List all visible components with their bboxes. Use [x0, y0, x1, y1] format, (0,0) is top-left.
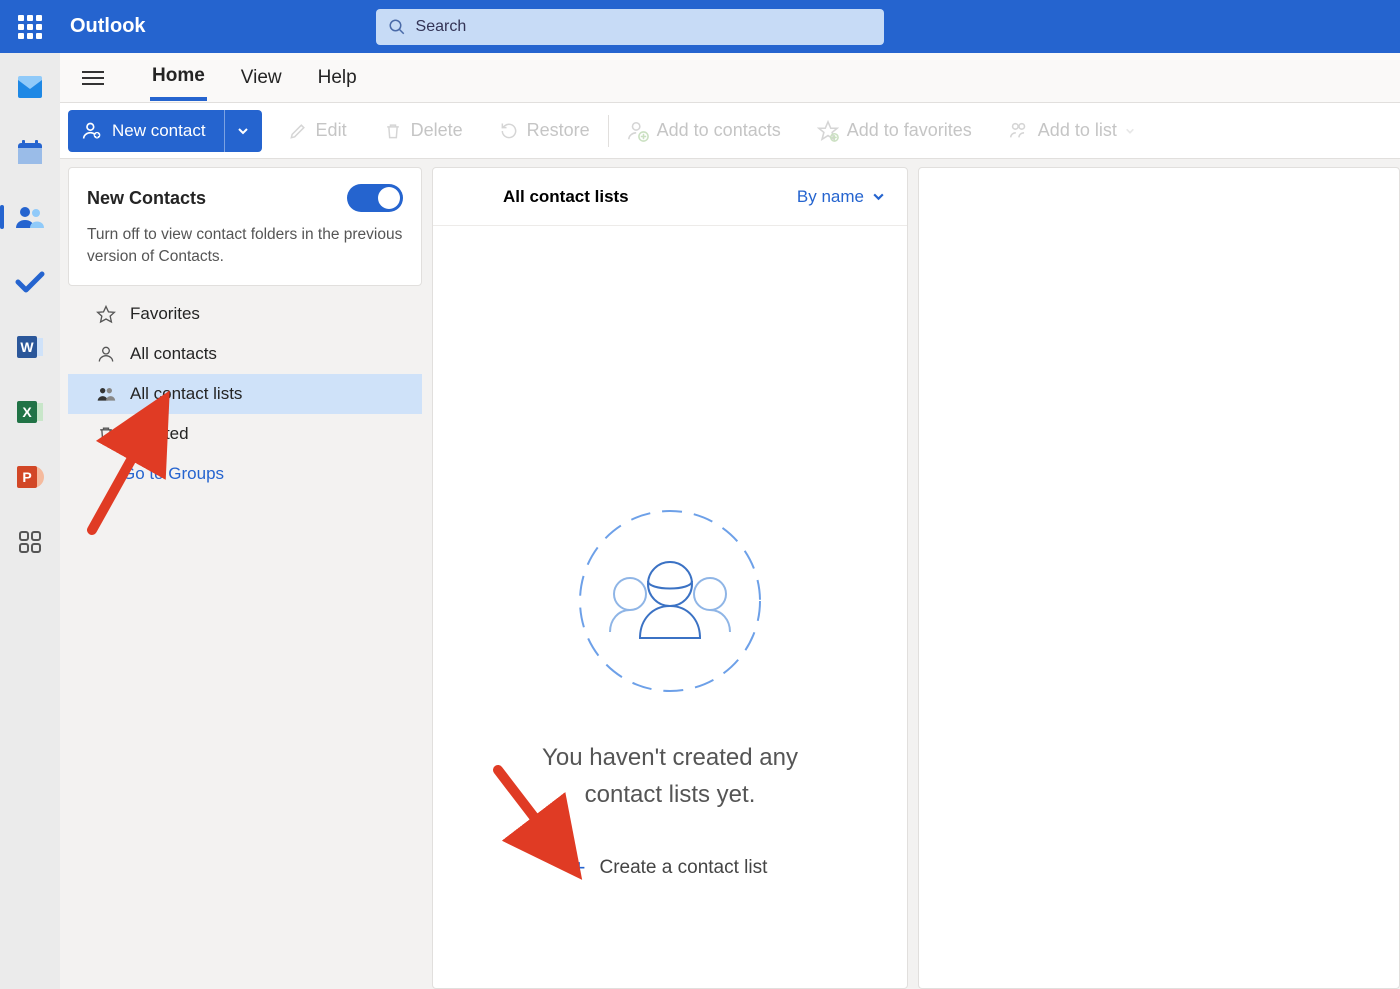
new-contacts-description: Turn off to view contact folders in the … [87, 224, 403, 269]
nav-all-contact-lists[interactable]: All contact lists [68, 374, 422, 414]
star-icon [96, 304, 116, 324]
people-list-icon [1008, 120, 1030, 142]
new-contacts-toggle[interactable] [347, 184, 403, 212]
add-to-list-label: Add to list [1038, 120, 1117, 141]
delete-label: Delete [411, 120, 463, 141]
search-placeholder: Search [416, 18, 467, 36]
go-to-groups-link[interactable]: Go to Groups [68, 454, 422, 494]
folder-nav: Favorites All contacts All contact lists… [68, 294, 422, 494]
app-title: Outlook [70, 15, 146, 38]
todo-app-button[interactable] [14, 266, 46, 298]
nav-favorites-label: Favorites [130, 304, 200, 324]
people-app-button[interactable] [14, 201, 46, 233]
new-contact-dropdown-button[interactable] [224, 110, 262, 152]
person-icon [96, 344, 116, 364]
plus-icon: + [573, 855, 586, 881]
hamburger-button[interactable] [82, 71, 104, 85]
star-plus-icon [817, 120, 839, 142]
tab-view[interactable]: View [239, 57, 284, 99]
word-icon: W [16, 333, 44, 361]
people-icon [96, 384, 116, 404]
chevron-down-icon [237, 125, 249, 137]
restore-label: Restore [527, 120, 590, 141]
edit-label: Edit [316, 120, 347, 141]
nav-deleted[interactable]: Deleted [68, 414, 422, 454]
add-to-contacts-button[interactable]: Add to contacts [609, 110, 799, 152]
nav-all-contact-lists-label: All contact lists [130, 384, 242, 404]
trash-icon [383, 121, 403, 141]
nav-all-contacts[interactable]: All contacts [68, 334, 422, 374]
more-apps-button[interactable] [14, 526, 46, 558]
app-rail: W X P [0, 53, 60, 989]
add-person-icon [82, 121, 102, 141]
nav-deleted-label: Deleted [130, 424, 189, 444]
restore-button[interactable]: Restore [481, 110, 608, 152]
add-contacts-icon [627, 120, 649, 142]
reading-pane [918, 167, 1400, 989]
ribbon-toolbar: New contact Edit Delete Restore [60, 103, 1400, 159]
excel-app-button[interactable]: X [14, 396, 46, 428]
restore-icon [499, 121, 519, 141]
add-to-list-button[interactable]: Add to list [990, 110, 1153, 152]
new-contacts-title: New Contacts [87, 188, 206, 209]
empty-state-text: You haven't created any contact lists ye… [542, 739, 798, 813]
tab-home[interactable]: Home [150, 55, 207, 101]
svg-text:W: W [20, 339, 34, 355]
chevron-down-icon [872, 190, 885, 203]
list-panel: All contact lists By name [432, 167, 908, 989]
powerpoint-icon: P [16, 463, 44, 491]
check-icon [15, 270, 45, 294]
svg-text:P: P [22, 469, 31, 485]
nav-all-contacts-label: All contacts [130, 344, 217, 364]
empty-illustration [575, 506, 765, 701]
tab-help[interactable]: Help [316, 57, 359, 99]
create-contact-list-button[interactable]: + Create a contact list [573, 855, 768, 881]
excel-icon: X [16, 398, 44, 426]
new-contact-label: New contact [112, 121, 206, 141]
search-icon [388, 18, 406, 36]
calendar-icon [16, 138, 44, 166]
add-to-favorites-button[interactable]: Add to favorites [799, 110, 990, 152]
waffle-icon [18, 15, 42, 39]
tab-row: Home View Help [60, 53, 1400, 103]
calendar-app-button[interactable] [14, 136, 46, 168]
new-contact-button[interactable]: New contact [68, 110, 224, 152]
mail-app-button[interactable] [14, 71, 46, 103]
empty-state: You haven't created any contact lists ye… [433, 226, 907, 988]
edit-icon [288, 121, 308, 141]
app-launcher-button[interactable] [0, 15, 60, 39]
list-panel-title: All contact lists [503, 187, 629, 207]
search-input[interactable]: Search [376, 9, 884, 45]
apps-grid-icon [18, 530, 42, 554]
people-icon [15, 205, 45, 229]
powerpoint-app-button[interactable]: P [14, 461, 46, 493]
sort-button[interactable]: By name [797, 187, 885, 207]
delete-button[interactable]: Delete [365, 110, 481, 152]
svg-text:X: X [22, 404, 32, 420]
trash-icon [96, 424, 116, 444]
nav-favorites[interactable]: Favorites [68, 294, 422, 334]
chevron-down-icon [1125, 126, 1135, 136]
create-contact-list-label: Create a contact list [599, 857, 767, 879]
new-contacts-card: New Contacts Turn off to view contact fo… [68, 167, 422, 286]
mail-icon [15, 74, 45, 100]
word-app-button[interactable]: W [14, 331, 46, 363]
add-to-favorites-label: Add to favorites [847, 120, 972, 141]
edit-button[interactable]: Edit [270, 110, 365, 152]
sort-label: By name [797, 187, 864, 207]
add-to-contacts-label: Add to contacts [657, 120, 781, 141]
